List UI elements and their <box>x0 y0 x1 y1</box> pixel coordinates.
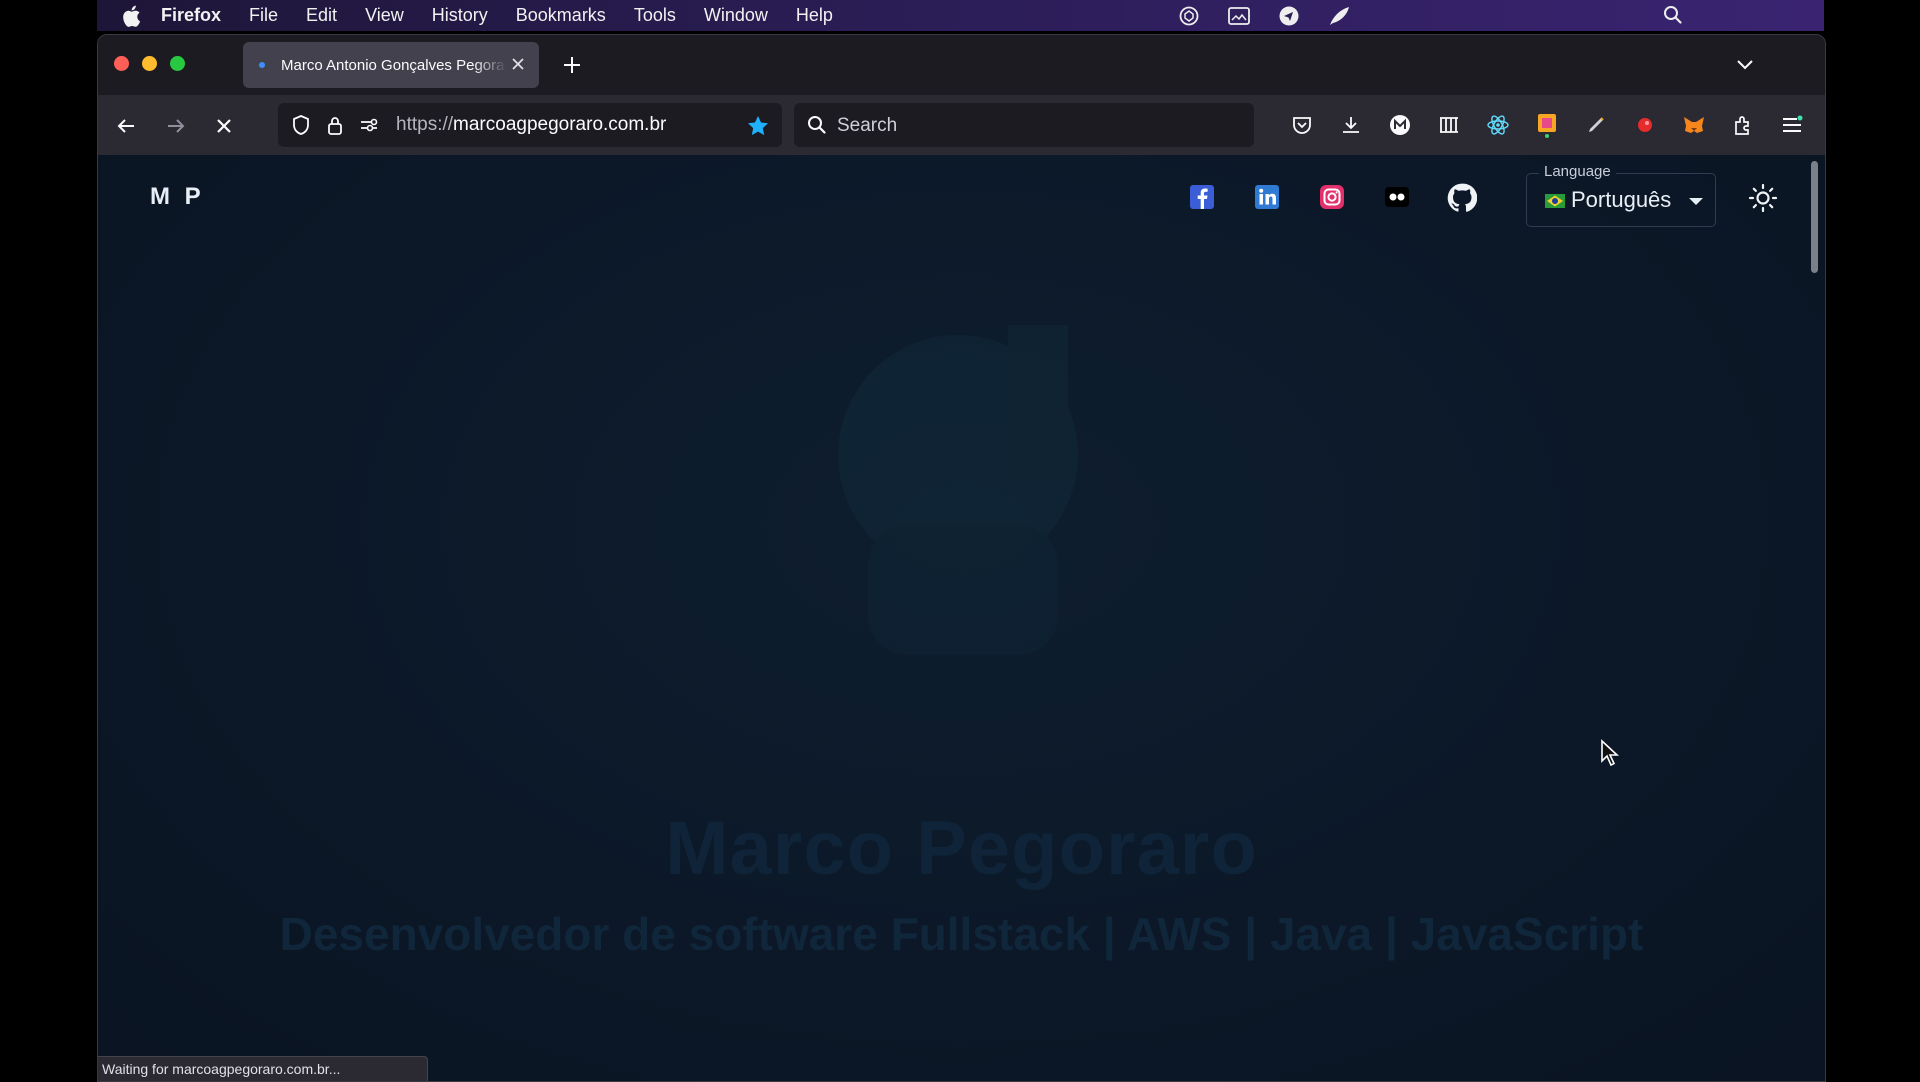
close-window-button[interactable] <box>114 56 129 71</box>
instagram-icon[interactable] <box>1318 183 1346 211</box>
forward-button[interactable] <box>163 113 189 139</box>
search-bar[interactable]: Search <box>794 103 1254 147</box>
downloads-icon[interactable] <box>1337 111 1365 139</box>
metamask-icon[interactable] <box>1680 111 1708 139</box>
toolbar-icons <box>1288 111 1825 139</box>
page-scrollbar[interactable] <box>1811 161 1818 273</box>
brazil-flag-icon <box>1545 194 1565 208</box>
pocket-icon[interactable] <box>1288 111 1316 139</box>
menu-edit[interactable]: Edit <box>306 5 337 26</box>
menu-firefox[interactable]: Firefox <box>161 5 221 26</box>
github-icon[interactable] <box>1447 183 1478 212</box>
send-icon[interactable] <box>1277 4 1301 28</box>
hero-subtitle: Desenvolvedor de software Fullstack | AW… <box>279 908 1644 960</box>
profile-photo <box>758 325 1158 655</box>
navigation-toolbar: https://marcoagpegoraro.com.br Search <box>98 95 1825 155</box>
feather-icon[interactable] <box>1327 4 1351 28</box>
status-panel: Waiting for marcoagpegoraro.com.br... <box>98 1056 428 1081</box>
search-placeholder: Search <box>837 115 898 136</box>
menu-window[interactable]: Window <box>704 5 768 26</box>
hero-name: Marco Pegoraro <box>665 806 1258 891</box>
react-devtools-icon[interactable] <box>1484 111 1512 139</box>
language-select[interactable]: Language Português <box>1526 163 1716 227</box>
chatgpt-icon[interactable] <box>1177 4 1201 28</box>
active-tab[interactable]: Marco Antonio Gonçalves Pegoraro <box>243 42 539 88</box>
extension-m-icon[interactable] <box>1386 111 1414 139</box>
address-bar[interactable]: https://marcoagpegoraro.com.br <box>278 103 782 147</box>
menu-bookmarks[interactable]: Bookmarks <box>516 5 606 26</box>
firefox-window: Marco Antonio Gonçalves Pegoraro https:/… <box>97 34 1826 1082</box>
screen-capture-icon[interactable] <box>1227 4 1251 28</box>
magnifier-icon[interactable] <box>1662 4 1686 28</box>
caret-down-icon <box>1689 198 1703 205</box>
linkedin-icon[interactable] <box>1253 183 1281 211</box>
window-controls <box>114 56 185 71</box>
facebook-icon[interactable] <box>1188 183 1216 211</box>
extension-bars-icon[interactable] <box>1435 111 1463 139</box>
tab-loading-icon <box>259 62 265 68</box>
sun-icon[interactable] <box>1748 183 1778 213</box>
url-protocol: https:// <box>396 114 454 135</box>
menu-tools[interactable]: Tools <box>634 5 676 26</box>
pen-icon[interactable] <box>1582 111 1610 139</box>
record-icon[interactable] <box>1631 111 1659 139</box>
flickr-icon[interactable] <box>1383 183 1411 211</box>
language-label: Language <box>1539 163 1616 180</box>
menu-history[interactable]: History <box>432 5 488 26</box>
language-value: Português <box>1571 187 1672 212</box>
new-tab-button[interactable] <box>560 53 584 77</box>
url-host: marcoagpegoraro.com.br <box>453 114 667 135</box>
menu-help[interactable]: Help <box>796 5 833 26</box>
menu-file[interactable]: File <box>249 5 278 26</box>
search-icon <box>806 114 828 136</box>
minimize-window-button[interactable] <box>142 56 157 71</box>
permissions-icon[interactable] <box>358 114 380 136</box>
close-icon[interactable] <box>509 55 527 73</box>
macos-menu-bar: Firefox File Edit View History Bookmarks… <box>97 0 1824 31</box>
tracking-shield-icon[interactable] <box>290 114 312 136</box>
apple-icon[interactable] <box>121 5 147 27</box>
star-icon[interactable] <box>746 114 768 136</box>
mouse-cursor-icon <box>1600 739 1620 767</box>
stop-loading-button[interactable] <box>211 113 237 139</box>
web-page: M P Language Português Marco Pegoraro De… <box>98 155 1825 1081</box>
tab-strip: Marco Antonio Gonçalves Pegoraro <box>98 35 1825 95</box>
back-button[interactable] <box>113 113 139 139</box>
chevron-down-icon[interactable] <box>1734 53 1756 75</box>
url-text[interactable]: https://marcoagpegoraro.com.br <box>396 114 666 136</box>
color-picker-icon[interactable] <box>1533 111 1561 139</box>
menu-icon[interactable] <box>1778 111 1806 139</box>
lock-icon[interactable] <box>324 114 346 136</box>
tab-title: Marco Antonio Gonçalves Pegoraro <box>281 56 507 74</box>
zoom-window-button[interactable] <box>170 56 185 71</box>
menu-view[interactable]: View <box>365 5 404 26</box>
extensions-icon[interactable] <box>1729 111 1757 139</box>
site-logo[interactable]: M P <box>150 183 205 211</box>
